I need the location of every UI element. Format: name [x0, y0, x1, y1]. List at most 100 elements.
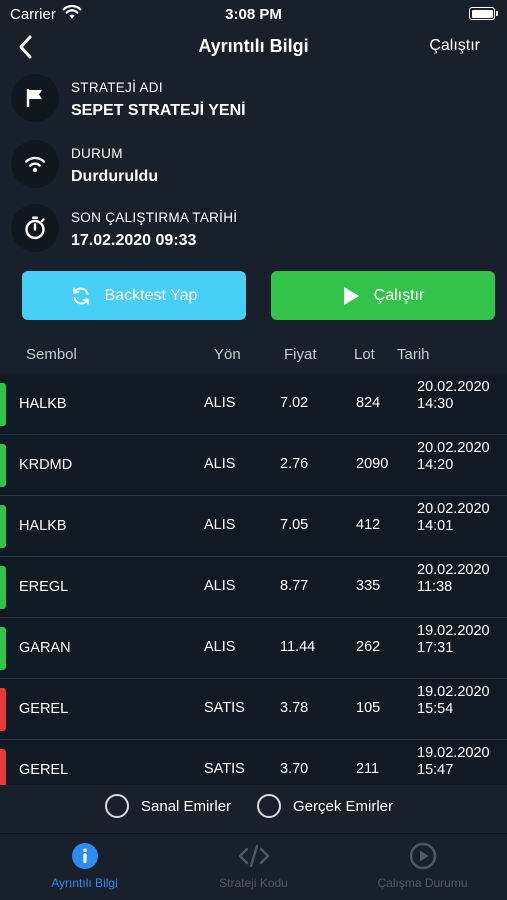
buy-indicator: [0, 505, 6, 548]
last-run-label: SON ÇALIŞTIRMA TARİHİ: [71, 210, 238, 225]
order-row[interactable]: GEREL SATIS 3.78 105 19.02.2020 15:54: [0, 679, 507, 740]
virtual-orders-label: Sanal Emirler: [141, 797, 232, 815]
tab-label: Çalışma Durumu: [377, 876, 468, 890]
order-symbol: HALKB: [19, 396, 67, 412]
order-datetime: 19.02.2020 15:54: [417, 684, 490, 718]
tab-label: Strateji Kodu: [219, 876, 288, 890]
buy-indicator: [0, 444, 6, 487]
order-price: 11.44: [280, 639, 316, 655]
order-date: 20.02.2020: [417, 562, 490, 578]
order-price: 8.77: [280, 578, 309, 594]
order-lot: 412: [356, 517, 381, 533]
order-row[interactable]: HALKB ALIS 7.05 412 20.02.2020 14:01: [0, 496, 507, 557]
orders-list[interactable]: HALKB ALIS 7.02 824 20.02.2020 14:30 KRDMD ALIS…: [0, 374, 507, 785]
order-lot: 262: [356, 639, 381, 655]
radio-unchecked-icon: [257, 794, 281, 818]
order-lot: 211: [356, 761, 380, 777]
stopwatch-icon: [11, 204, 59, 252]
last-run-row: SON ÇALIŞTIRMA TARİHİ 17.02.2020 09:33: [0, 198, 507, 258]
column-header-lot: Lot: [354, 346, 375, 363]
nav-run-button[interactable]: Çalıştır: [429, 37, 480, 55]
navigation-bar: Ayrıntılı Bilgi Çalıştır: [0, 28, 507, 68]
status-bar: Carrier 3:08 PM: [0, 0, 507, 28]
order-direction: SATIS: [204, 761, 245, 777]
order-symbol: KRDMD: [19, 457, 73, 473]
play-circle-icon: [338, 842, 507, 870]
order-row[interactable]: GARAN ALIS 11.44 262 19.02.2020 17:31: [0, 618, 507, 679]
order-datetime: 19.02.2020 17:31: [417, 623, 490, 657]
order-row[interactable]: HALKB ALIS 7.02 824 20.02.2020 14:30: [0, 374, 507, 435]
tab-label: Ayrıntılı Bilgi: [51, 876, 118, 890]
status-label: DURUM: [71, 146, 123, 161]
order-date: 19.02.2020: [417, 684, 490, 700]
radio-unchecked-icon: [105, 794, 129, 818]
order-price: 3.78: [280, 700, 309, 716]
order-type-filter: Sanal Emirler Gerçek Emirler: [0, 785, 507, 833]
orders-table-header: Sembol Yön Fiyat Lot Tarih: [0, 342, 507, 374]
order-symbol: GEREL: [19, 762, 69, 778]
order-direction: SATIS: [204, 700, 245, 716]
order-date: 19.02.2020: [417, 745, 490, 761]
battery-icon: [469, 7, 498, 20]
order-lot: 2090: [356, 456, 389, 472]
order-date: 20.02.2020: [417, 379, 490, 395]
real-orders-radio[interactable]: Gerçek Emirler: [257, 794, 393, 818]
order-row[interactable]: KRDMD ALIS 2.76 2090 20.02.2020 14:20: [0, 435, 507, 496]
virtual-orders-radio[interactable]: Sanal Emirler: [105, 794, 231, 818]
buy-indicator: [0, 627, 6, 670]
strategy-name-value: SEPET STRATEJİ YENİ: [71, 102, 246, 119]
tab-strategy-code[interactable]: Strateji Kodu: [169, 834, 338, 900]
order-row[interactable]: GEREL SATIS 3.70 211 19.02.2020 15:47: [0, 740, 507, 785]
last-run-value: 17.02.2020 09:33: [71, 232, 197, 249]
strategy-name-label: STRATEJİ ADI: [71, 80, 163, 95]
strategy-name-row: STRATEJİ ADI SEPET STRATEJİ YENİ: [0, 68, 507, 128]
code-icon: [169, 842, 338, 870]
order-direction: ALIS: [204, 639, 236, 655]
order-direction: ALIS: [204, 395, 236, 411]
column-header-price: Fiyat: [284, 346, 317, 363]
backtest-button[interactable]: Backtest Yap: [22, 271, 246, 320]
order-time: 15:47: [417, 762, 454, 778]
order-direction: ALIS: [204, 578, 236, 594]
order-date: 19.02.2020: [417, 623, 490, 639]
run-button-label: Çalıştır: [373, 286, 425, 304]
clock-time: 3:08 PM: [225, 6, 282, 23]
order-direction: ALIS: [204, 456, 236, 472]
buy-indicator: [0, 383, 6, 426]
order-time: 15:54: [417, 701, 454, 717]
order-symbol: HALKB: [19, 518, 67, 534]
sell-indicator: [0, 749, 6, 785]
tab-bar: Ayrıntılı Bilgi Strateji Kodu Çalışma Du…: [0, 833, 507, 900]
status-value: Durduruldu: [71, 168, 159, 185]
real-orders-label: Gerçek Emirler: [293, 797, 394, 815]
run-button[interactable]: Çalıştır: [271, 271, 495, 320]
tab-run-status[interactable]: Çalışma Durumu: [338, 834, 507, 900]
info-icon: [0, 842, 169, 870]
order-time: 17:31: [417, 640, 454, 656]
buy-indicator: [0, 566, 6, 609]
order-date: 20.02.2020: [417, 501, 490, 517]
strategy-info-panel: STRATEJİ ADI SEPET STRATEJİ YENİ DURUM D…: [0, 68, 507, 342]
order-date: 20.02.2020: [417, 440, 490, 456]
order-lot: 335: [356, 578, 381, 594]
backtest-button-label: Backtest Yap: [104, 286, 198, 304]
play-icon: [342, 286, 360, 306]
order-direction: ALIS: [204, 517, 236, 533]
order-datetime: 20.02.2020 14:20: [417, 440, 490, 474]
sell-indicator: [0, 688, 6, 731]
order-time: 14:01: [417, 518, 454, 534]
order-symbol: EREGL: [19, 579, 69, 595]
order-time: 14:20: [417, 457, 454, 473]
order-symbol: GARAN: [19, 640, 71, 656]
tab-detailed-info[interactable]: Ayrıntılı Bilgi: [0, 834, 169, 900]
column-header-direction: Yön: [214, 346, 241, 363]
wifi-icon: [11, 140, 59, 188]
column-header-date: Tarih: [397, 346, 430, 363]
column-header-symbol: Sembol: [26, 346, 77, 363]
order-datetime: 20.02.2020 14:30: [417, 379, 490, 413]
refresh-icon: [71, 286, 91, 306]
order-time: 11:38: [417, 579, 453, 595]
order-price: 7.02: [280, 395, 309, 411]
order-row[interactable]: EREGL ALIS 8.77 335 20.02.2020 11:38: [0, 557, 507, 618]
order-price: 3.70: [280, 761, 309, 777]
